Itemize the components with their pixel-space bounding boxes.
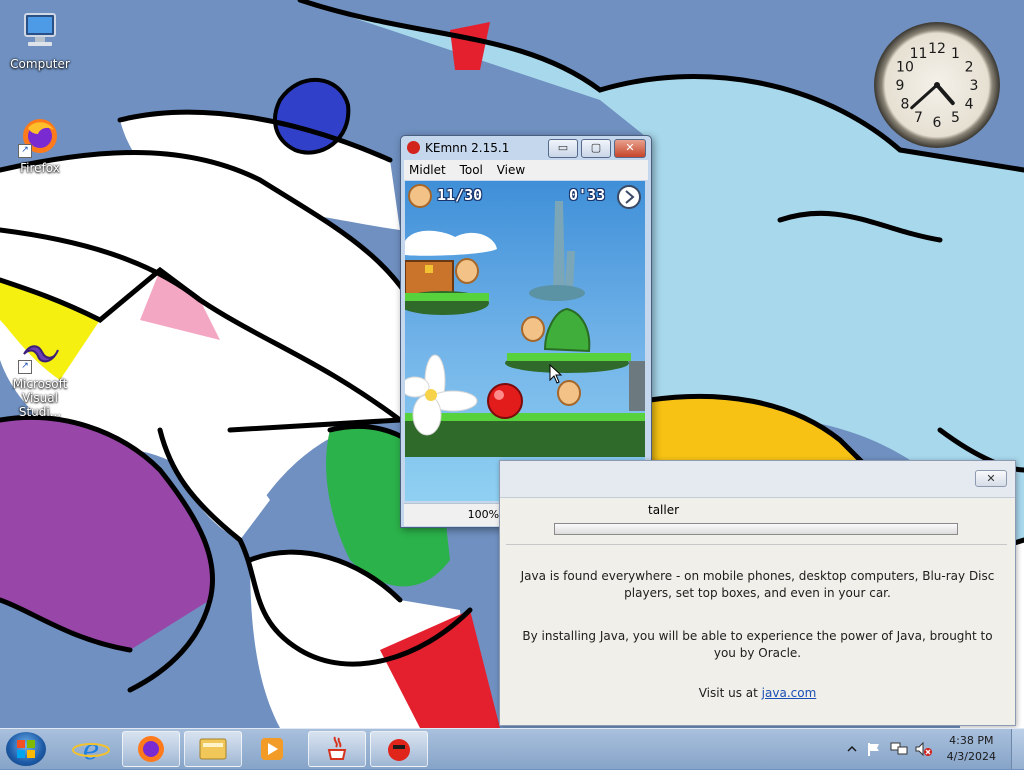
- menu-tool[interactable]: Tool: [455, 160, 488, 180]
- clock-numeral: 3: [970, 78, 979, 94]
- svg-text:e: e: [83, 733, 100, 766]
- menu-bar: Midlet Tool View: [404, 160, 648, 180]
- maximize-button[interactable]: ▢: [581, 139, 611, 158]
- menu-midlet[interactable]: Midlet: [404, 160, 451, 180]
- menu-view[interactable]: View: [492, 160, 530, 180]
- clock-numeral: 9: [896, 78, 905, 94]
- clock-numeral: 1: [951, 46, 960, 62]
- taskbar-java[interactable]: [308, 731, 366, 767]
- taskbar-kemulator[interactable]: [370, 731, 428, 767]
- shortcut-arrow-icon: ↗: [18, 360, 32, 374]
- clock-gadget[interactable]: 12 1 2 3 4 5 6 7 8 9 10 11: [874, 22, 1000, 148]
- installer-text-2: By installing Java, you will be able to …: [522, 629, 993, 660]
- desktop-icon-firefox[interactable]: ↗ Firefox: [0, 114, 80, 175]
- game-scene: [405, 201, 645, 495]
- installer-progress-bar: [554, 523, 958, 535]
- desktop-icon-computer[interactable]: Computer: [0, 10, 80, 71]
- show-hidden-icons-chevron[interactable]: [846, 743, 858, 755]
- title-bar[interactable]: KEmnn 2.15.1 ▭ ▢ ✕: [401, 136, 651, 160]
- clock-numeral: 2: [965, 60, 974, 76]
- installer-caption: taller: [648, 503, 680, 517]
- taskbar-internet-explorer[interactable]: e: [62, 731, 120, 767]
- divider: [506, 544, 1007, 545]
- clock-numeral: 12: [928, 41, 946, 57]
- pause-button-icon[interactable]: [616, 184, 642, 210]
- clock-numeral: 11: [910, 46, 928, 62]
- visual-studio-icon: ↗: [18, 330, 62, 374]
- desktop-icon-visual-studio[interactable]: ↗ Microsoft Visual Studi...: [0, 330, 80, 419]
- desktop-icon-label: Visual Studi...: [18, 391, 62, 419]
- network-icon[interactable]: [890, 741, 908, 757]
- desktop-icon-label: Computer: [10, 57, 70, 71]
- clock-hour-hand: [935, 83, 955, 106]
- java-installer-window[interactable]: ✕ taller Java is found everywhere - on m…: [499, 460, 1016, 726]
- tray-time: 4:38 PM: [949, 734, 994, 747]
- game-screen[interactable]: 11/30 0'33: [405, 181, 645, 501]
- java-link[interactable]: java.com: [762, 686, 817, 700]
- emulator-app-icon: [407, 141, 420, 154]
- java-icon: [327, 736, 347, 760]
- internet-explorer-icon: e: [72, 733, 110, 766]
- close-button[interactable]: ✕: [614, 139, 646, 158]
- windows-logo-icon: [17, 740, 35, 758]
- installer-visit-line: Visit us at java.com: [520, 685, 995, 702]
- clock-numeral: 8: [900, 97, 909, 113]
- file-explorer-icon: [199, 738, 227, 760]
- clock-numeral: 7: [914, 110, 923, 126]
- installer-title-bar[interactable]: ✕: [500, 461, 1015, 498]
- taskbar-media-player[interactable]: [244, 731, 302, 767]
- installer-text-1: Java is found everywhere - on mobile pho…: [520, 569, 995, 600]
- taskbar-firefox[interactable]: [122, 731, 180, 767]
- computer-icon: [18, 10, 62, 54]
- egg-counter: 11/30: [437, 186, 483, 204]
- minimize-button[interactable]: ▭: [548, 139, 578, 158]
- mouse-cursor-icon: [549, 364, 563, 384]
- start-button[interactable]: [6, 732, 46, 766]
- action-center-flag-icon[interactable]: [866, 741, 882, 757]
- firefox-icon: [138, 736, 164, 762]
- show-desktop-button[interactable]: [1011, 729, 1024, 769]
- tray-clock[interactable]: 4:38 PM 4/3/2024: [947, 733, 996, 765]
- clock-face: 12 1234567891011: [896, 41, 979, 131]
- shortcut-arrow-icon: ↗: [18, 144, 32, 158]
- window-title: KEmnn 2.15.1: [425, 141, 510, 155]
- clock-numeral: 6: [933, 115, 942, 131]
- clock-numeral: 4: [965, 97, 974, 113]
- volume-muted-icon[interactable]: [914, 741, 932, 757]
- media-player-icon: [261, 738, 283, 760]
- game-timer: 0'33: [569, 186, 606, 204]
- installer-close-button[interactable]: ✕: [975, 470, 1007, 487]
- firefox-icon: ↗: [18, 114, 62, 158]
- tray-date: 4/3/2024: [946, 750, 996, 763]
- taskbar-file-explorer[interactable]: [184, 731, 242, 767]
- egg-counter-icon: [408, 184, 432, 208]
- clock-minute-hand: [910, 83, 939, 110]
- taskbar: e 4:38 PM 4/3/2024: [0, 728, 1024, 769]
- clock-numeral: 5: [951, 110, 960, 126]
- desktop-icon-label: Firefox: [20, 161, 60, 175]
- system-tray: 4:38 PM 4/3/2024: [842, 729, 1024, 769]
- kemulator-icon: [388, 739, 410, 761]
- visit-prefix: Visit us at: [698, 686, 762, 700]
- clock-center-pin: [934, 82, 940, 88]
- desktop-icon-label: Microsoft: [12, 377, 68, 391]
